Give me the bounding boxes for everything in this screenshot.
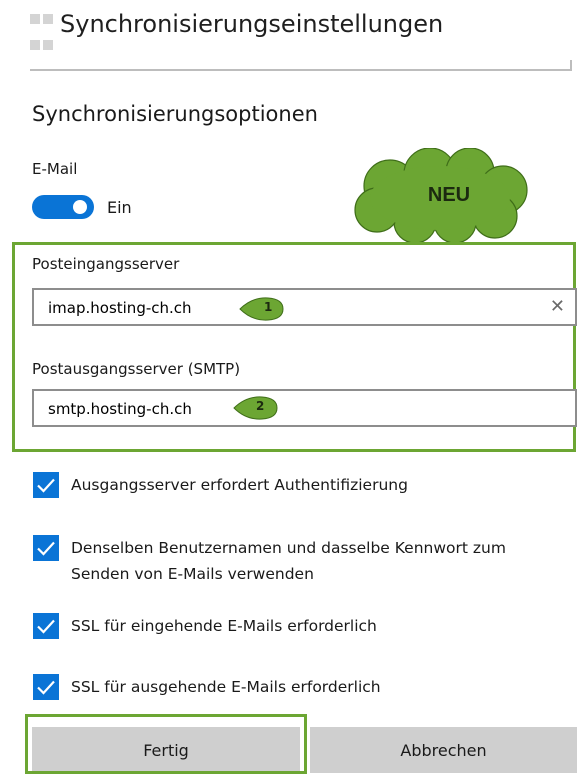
cancel-button[interactable]: Abbrechen: [310, 727, 577, 773]
section-heading: Synchronisierungsoptionen: [32, 102, 318, 126]
outgoing-server-value: smtp.hosting-ch.ch: [48, 400, 192, 418]
checkbox-same-credentials[interactable]: [33, 535, 59, 561]
checkmark-icon: [37, 680, 55, 695]
checkbox-same-credentials-label: Denselben Benutzernamen und dasselbe Ken…: [71, 539, 506, 557]
checkbox-outgoing-auth[interactable]: [33, 472, 59, 498]
checkbox-ssl-incoming-label: SSL für eingehende E-Mails erforderlich: [71, 617, 377, 635]
checkbox-ssl-incoming[interactable]: [33, 613, 59, 639]
email-sync-toggle[interactable]: [32, 195, 94, 219]
app-icon: [30, 14, 54, 62]
checkbox-same-credentials-label-line2: Senden von E-Mails verwenden: [71, 565, 314, 583]
checkbox-outgoing-auth-label: Ausgangsserver erfordert Authentifizieru…: [71, 476, 408, 494]
done-button-highlight: [25, 714, 307, 774]
close-icon[interactable]: ✕: [550, 297, 565, 317]
new-label: NEU: [427, 184, 471, 206]
incoming-server-value: imap.hosting-ch.ch: [48, 299, 192, 317]
outgoing-server-label: Postausgangsserver (SMTP): [32, 360, 241, 378]
checkmark-icon: [37, 478, 55, 493]
incoming-server-label: Posteingangsserver: [32, 255, 180, 273]
title-divider: [30, 60, 572, 71]
outgoing-server-field[interactable]: smtp.hosting-ch.ch: [32, 389, 577, 427]
checkbox-ssl-outgoing-label: SSL für ausgehende E-Mails erforderlich: [71, 678, 381, 696]
dialog-title: Synchronisierungseinstellungen: [60, 10, 444, 38]
toggle-knob: [73, 200, 87, 214]
checkmark-icon: [37, 541, 55, 556]
marker-2-arrow: 2: [232, 394, 280, 422]
email-label: E-Mail: [32, 160, 78, 178]
marker-1-arrow: 1: [238, 295, 286, 323]
checkmark-icon: [37, 619, 55, 634]
marker-2-number: 2: [256, 399, 265, 413]
checkbox-ssl-outgoing[interactable]: [33, 674, 59, 700]
toggle-state-label: Ein: [107, 198, 132, 217]
marker-1-number: 1: [264, 300, 273, 314]
incoming-server-field[interactable]: imap.hosting-ch.ch ✕: [32, 288, 577, 326]
